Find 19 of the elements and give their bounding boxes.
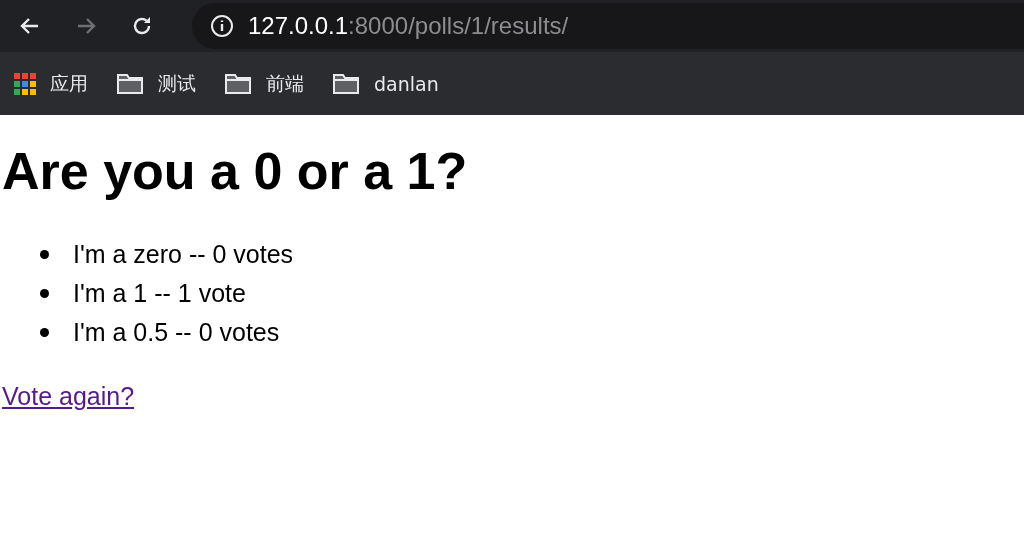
folder-icon: [224, 72, 252, 95]
page-heading: Are you a 0 or a 1?: [2, 141, 469, 201]
bookmark-link[interactable]: 应用: [50, 70, 88, 97]
bullet-icon: [40, 250, 49, 259]
folder-icon: [116, 72, 144, 95]
bookmark-link[interactable]: danlan: [374, 72, 439, 95]
folder-icon: [332, 72, 360, 95]
result-text: I'm a 0.5 -- 0 votes: [73, 318, 280, 347]
result-text: I'm a 1 -- 1 vote: [73, 279, 246, 308]
apps-grid-icon: [14, 72, 36, 95]
result-text: I'm a zero -- 0 votes: [73, 240, 294, 269]
url-text: 127.0.0.1:8000/polls/1/results/: [248, 12, 569, 40]
vote-again-link[interactable]: Vote again?: [2, 382, 135, 410]
bullet-icon: [40, 289, 49, 298]
bookmark-link[interactable]: 测试: [158, 70, 196, 97]
address-bar[interactable]: 127.0.0.1:8000/polls/1/results/: [192, 3, 1024, 49]
bookmark-link[interactable]: 前端: [266, 70, 304, 97]
bullet-icon: [40, 328, 49, 337]
info-icon: [210, 14, 234, 38]
